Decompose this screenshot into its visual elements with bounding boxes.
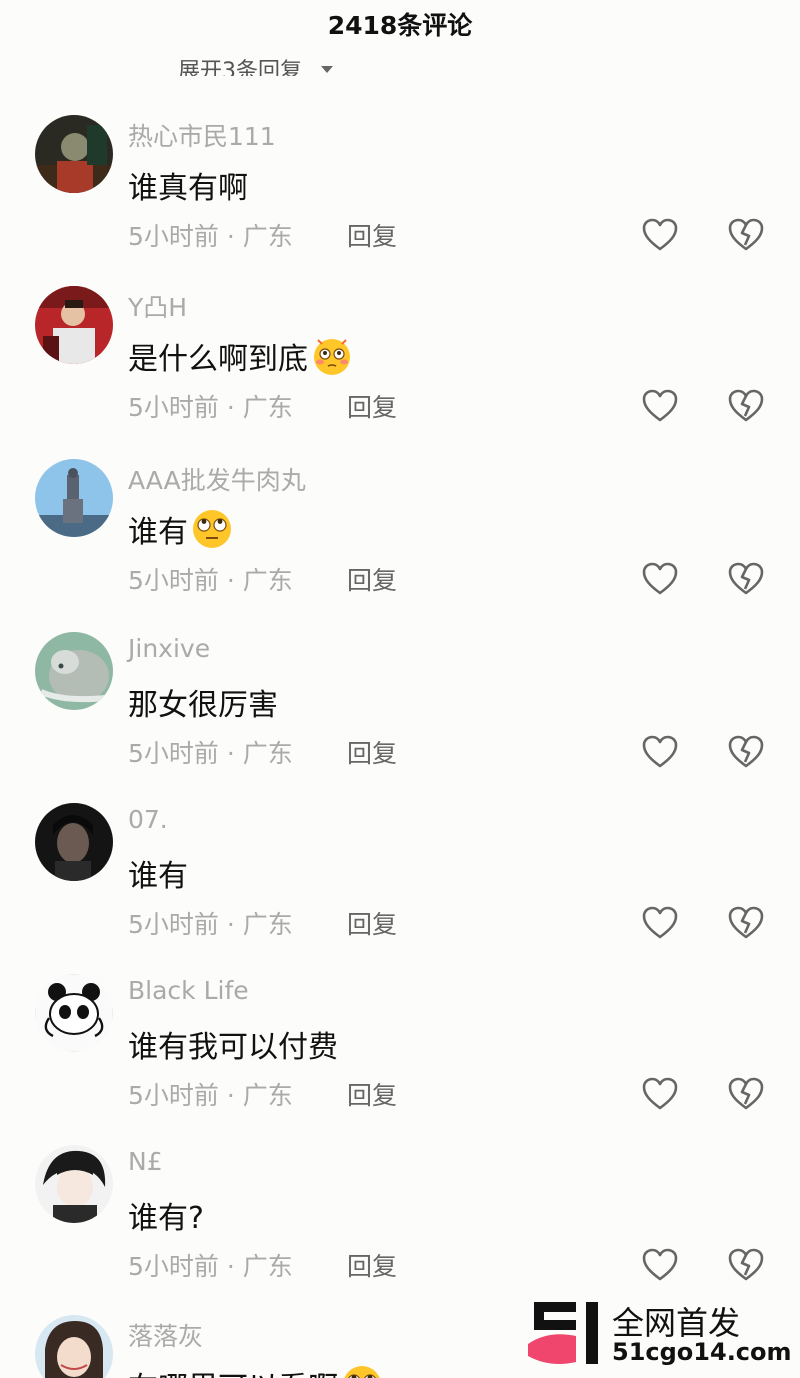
comment-meta: 5小时前 · 广东 (128, 1076, 293, 1112)
comment-item: AAA批发牛肉丸 谁有 5小时前 · 广东 回复 (0, 459, 800, 630)
comment-text: 那女很厉害 (128, 688, 278, 723)
comment-item: 热心市民111 谁真有啊 5小时前 · 广东 回复 (0, 115, 800, 286)
heart-outline-icon[interactable] (641, 734, 679, 770)
watermark-logo (528, 1302, 598, 1364)
reply-button[interactable]: 回复 (347, 217, 397, 253)
comment-location: 广东 (242, 739, 293, 768)
comment-text: 谁有 (128, 507, 234, 551)
meta-separator: · (226, 910, 235, 939)
comment-location: 广东 (242, 222, 293, 251)
avatar[interactable] (35, 632, 113, 710)
broken-heart-icon[interactable] (727, 734, 765, 770)
comment-time: 5小时前 (128, 1081, 219, 1110)
reply-button[interactable]: 回复 (347, 1247, 397, 1283)
comment-meta: 5小时前 · 广东 (128, 388, 293, 424)
reply-button[interactable]: 回复 (347, 734, 397, 770)
heart-outline-icon[interactable] (641, 1247, 679, 1283)
comment-username[interactable]: Y凸H (128, 288, 187, 324)
broken-heart-icon[interactable] (727, 1076, 765, 1112)
flushed-face-emoji (310, 334, 354, 378)
comment-item: Jinxive 那女很厉害 5小时前 · 广东 回复 (0, 632, 800, 803)
comment-username[interactable]: 热心市民111 (128, 117, 276, 153)
comments-count-title: 2418条评论 (327, 11, 473, 40)
comment-text: 在哪里可以看啊 (128, 1363, 384, 1378)
comment-text: 是什么啊到底 (128, 334, 354, 378)
comment-time: 5小时前 (128, 910, 219, 939)
comment-username[interactable]: N£ (128, 1147, 163, 1176)
meta-separator: · (226, 222, 235, 251)
watermark: 全网首发 51cgo14.com (520, 1298, 800, 1378)
reply-button[interactable]: 回复 (347, 388, 397, 424)
meta-separator: · (226, 566, 235, 595)
heart-outline-icon[interactable] (641, 217, 679, 253)
comment-meta: 5小时前 · 广东 (128, 561, 293, 597)
caret-down-icon (321, 66, 333, 73)
comment-item: 07. 谁有 5小时前 · 广东 回复 (0, 803, 800, 974)
reply-button[interactable]: 回复 (347, 561, 397, 597)
meta-separator: · (226, 1252, 235, 1281)
comment-time: 5小时前 (128, 222, 219, 251)
avatar[interactable] (35, 459, 113, 537)
comment-location: 广东 (242, 1081, 293, 1110)
meta-separator: · (226, 739, 235, 768)
rolling-eyes-emoji (190, 507, 234, 551)
comment-text: 谁有我可以付费 (128, 1030, 338, 1065)
broken-heart-icon[interactable] (727, 388, 765, 424)
comment-location: 广东 (242, 566, 293, 595)
avatar[interactable] (35, 974, 113, 1052)
broken-heart-icon[interactable] (727, 561, 765, 597)
comment-meta: 5小时前 · 广东 (128, 905, 293, 941)
meta-separator: · (226, 1081, 235, 1110)
broken-heart-icon[interactable] (727, 905, 765, 941)
comment-item: Y凸H 是什么啊到底 5小时前 · 广东 回复 (0, 286, 800, 457)
reply-button[interactable]: 回复 (347, 1076, 397, 1112)
avatar[interactable] (35, 1315, 113, 1378)
avatar[interactable] (35, 286, 113, 364)
heart-outline-icon[interactable] (641, 388, 679, 424)
comment-time: 5小时前 (128, 566, 219, 595)
expand-replies-label: 展开3条回复 (178, 59, 302, 76)
avatar[interactable] (35, 115, 113, 193)
avatar[interactable] (35, 803, 113, 881)
meta-separator: · (226, 393, 235, 422)
expand-replies-button[interactable]: 展开3条回复 (178, 50, 333, 76)
comment-item: Black Life 谁有我可以付费 5小时前 · 广东 回复 (0, 974, 800, 1145)
comment-text: 谁真有啊 (128, 171, 248, 206)
comment-text: 谁有 (128, 859, 188, 894)
heart-outline-icon[interactable] (641, 1076, 679, 1112)
heart-outline-icon[interactable] (641, 561, 679, 597)
comments-header: 2418条评论 (0, 0, 800, 44)
reply-button[interactable]: 回复 (347, 905, 397, 941)
comment-time: 5小时前 (128, 739, 219, 768)
comment-meta: 5小时前 · 广东 (128, 1247, 293, 1283)
comment-time: 5小时前 (128, 1252, 219, 1281)
comment-username[interactable]: Jinxive (128, 634, 210, 663)
comment-username[interactable]: AAA批发牛肉丸 (128, 461, 306, 497)
comment-location: 广东 (242, 393, 293, 422)
comment-username[interactable]: 落落灰 (128, 1317, 203, 1353)
comment-text: 谁有? (128, 1201, 204, 1236)
avatar[interactable] (35, 1145, 113, 1223)
comment-location: 广东 (242, 910, 293, 939)
comment-username[interactable]: 07. (128, 805, 168, 834)
rolling-eyes-emoji (340, 1363, 384, 1378)
comment-location: 广东 (242, 1252, 293, 1281)
comment-meta: 5小时前 · 广东 (128, 217, 293, 253)
comment-meta: 5小时前 · 广东 (128, 734, 293, 770)
comment-time: 5小时前 (128, 393, 219, 422)
heart-outline-icon[interactable] (641, 905, 679, 941)
broken-heart-icon[interactable] (727, 1247, 765, 1283)
broken-heart-icon[interactable] (727, 217, 765, 253)
watermark-url: 51cgo14.com (612, 1338, 792, 1366)
comment-username[interactable]: Black Life (128, 976, 249, 1005)
comment-item: N£ 谁有? 5小时前 · 广东 回复 (0, 1145, 800, 1316)
